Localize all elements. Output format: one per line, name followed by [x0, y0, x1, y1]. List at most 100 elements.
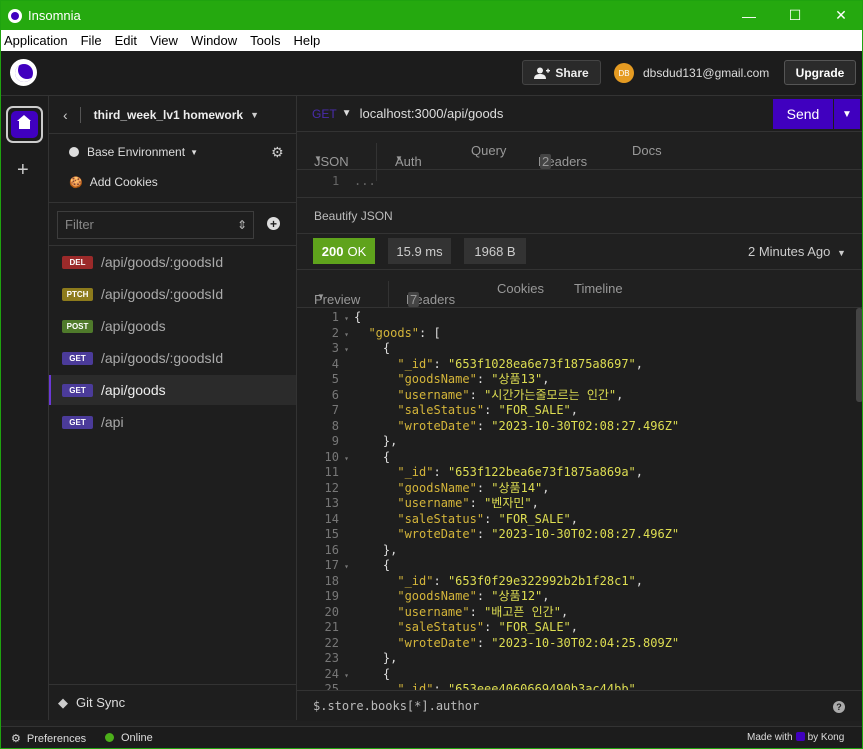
request-body-editor[interactable]: 1 ... [297, 170, 862, 198]
request-item[interactable]: POST /api/goods [49, 311, 296, 341]
git-sync-button[interactable]: ◆ Git Sync [49, 684, 296, 720]
help-icon[interactable]: ? [833, 701, 845, 713]
menu-help[interactable]: Help [294, 33, 321, 48]
json-key: "saleStatus" [397, 511, 485, 526]
json-punct: { [382, 449, 391, 464]
method-badge: PTCH [62, 287, 93, 301]
filter-input[interactable]: Filter [57, 211, 254, 239]
online-label: Online [121, 732, 153, 744]
add-cookies-button[interactable]: 🍪 Add Cookies [69, 175, 158, 189]
code-line: 18 "_id": "653f0f29e322992b2b1f28c1", [297, 574, 643, 590]
menu-view[interactable]: View [150, 33, 178, 48]
code-line: 19 "goodsName": "상품12", [297, 589, 550, 605]
response-history-dropdown[interactable]: 2 Minutes Ago ▼ [748, 244, 846, 259]
environment-dot-icon [69, 147, 79, 157]
json-key: "_id" [397, 356, 434, 371]
json-punct: : [476, 635, 492, 650]
json-string: "653f122bea6e73f1875a869a" [447, 465, 636, 479]
tab-query[interactable]: Query [471, 143, 506, 158]
json-string: "FOR_SALE" [498, 403, 571, 417]
git-icon: ◆ [58, 694, 68, 710]
request-tabs: JSON ▼ Auth ▼ Query Headers 2 Docs [297, 132, 862, 181]
response-status-bar: 200 OK 15.9 ms 1968 B 2 Minutes Ago ▼ [297, 234, 862, 270]
code-line: 1 ▾{ [297, 310, 361, 326]
fold-chevron-icon[interactable]: ▾ [339, 311, 354, 327]
url-input[interactable]: localhost:3000/api/goods [360, 106, 504, 121]
request-item[interactable]: PTCH /api/goods/:goodsId [49, 279, 296, 309]
account-email[interactable]: dbsdud131@gmail.com [643, 66, 769, 80]
preferences-button[interactable]: ⚙ Preferences [11, 732, 86, 745]
chevron-down-icon[interactable]: ▼ [342, 108, 352, 119]
method-selector[interactable]: GET [312, 107, 337, 121]
line-number: 4 [331, 356, 339, 371]
json-punct: }, [382, 542, 398, 557]
avatar[interactable]: DB [614, 63, 634, 83]
fold-chevron-icon[interactable]: ▾ [339, 668, 354, 684]
json-punct: { [354, 310, 362, 324]
menu-edit[interactable]: Edit [115, 33, 137, 48]
tab-docs[interactable]: Docs [632, 143, 662, 158]
body-preview: ... [354, 174, 376, 188]
fold-chevron-icon[interactable]: ▾ [339, 342, 354, 358]
code-line: 14 "saleStatus": "FOR_SALE", [297, 512, 578, 528]
share-button[interactable]: Share [522, 60, 601, 85]
add-user-icon [534, 67, 551, 79]
code-line: 2 ▾ "goods": [ [297, 326, 441, 342]
maximize-icon[interactable]: ☐ [772, 1, 818, 30]
menu-application[interactable]: Application [4, 33, 68, 48]
method-badge: DEL [62, 255, 93, 269]
menu-file[interactable]: File [81, 33, 102, 48]
beautify-json-button[interactable]: Beautify JSON [314, 209, 393, 223]
line-number: 19 [324, 589, 339, 603]
json-punct: : [469, 496, 485, 510]
response-preview[interactable]: 1 ▾{2 ▾ "goods": [3 ▾ {4 "_id": "653f1028ea… [297, 308, 862, 690]
tab-timeline[interactable]: Timeline [574, 281, 623, 296]
request-item[interactable]: GET /api/goods/:goodsId [49, 343, 296, 373]
scrollbar[interactable] [856, 308, 862, 402]
tab-cookies[interactable]: Cookies [497, 281, 544, 296]
fold-chevron-icon[interactable]: ▾ [339, 451, 354, 467]
add-icon[interactable]: + [17, 159, 29, 182]
code-line: 4 "_id": "653f1028ea6e73f1875a8697", [297, 357, 643, 373]
environment-selector[interactable]: Base Environment ▼ [69, 145, 198, 159]
request-path: /api/goods/:goodsId [101, 350, 224, 366]
fold-chevron-icon[interactable]: ▾ [339, 559, 354, 575]
json-string: "배고픈 인간" [484, 604, 561, 619]
menu-window[interactable]: Window [191, 33, 237, 48]
json-punct: { [382, 558, 391, 572]
request-item[interactable]: DEL /api/goods/:goodsId [49, 247, 296, 277]
code-line: 11 "_id": "653f122bea6e73f1875a869a", [297, 465, 643, 481]
close-icon[interactable]: ✕ [818, 1, 862, 30]
send-options-chevron-icon[interactable]: ▼ [834, 99, 860, 129]
fold-chevron-icon[interactable]: ▾ [339, 327, 354, 343]
project-name[interactable]: third_week_lv1 homework [94, 108, 243, 122]
chevron-down-icon[interactable]: ▼ [250, 110, 259, 120]
json-key: "username" [397, 604, 470, 619]
json-string: "2023-10-30T02:04:25.809Z" [491, 635, 680, 650]
sort-icon[interactable]: ⇕ [237, 218, 247, 232]
insomnia-logo-icon[interactable] [10, 59, 37, 86]
home-button[interactable] [6, 106, 43, 143]
back-icon[interactable]: ‹ [63, 107, 68, 123]
send-button[interactable]: Send [773, 99, 833, 129]
json-query-input[interactable]: $.store.books[*].author [313, 699, 479, 713]
made-with-kong[interactable]: Made with by Kong [747, 732, 844, 743]
add-request-icon[interactable]: + [267, 217, 280, 231]
request-item-active[interactable]: GET /api/goods [49, 375, 296, 405]
line-number: 9 [331, 434, 339, 448]
request-item[interactable]: GET /api [49, 407, 296, 437]
gear-icon: ⚙ [11, 733, 21, 745]
json-punct: : [476, 418, 492, 433]
git-sync-label: Git Sync [76, 695, 126, 710]
code-line: 8 "wroteDate": "2023-10-30T02:08:27.496Z… [297, 419, 679, 435]
minimize-icon[interactable]: — [726, 1, 772, 30]
line-number: 22 [324, 635, 339, 650]
menu-tools[interactable]: Tools [250, 33, 280, 48]
gear-icon[interactable]: ⚙ [271, 144, 284, 161]
json-string: "2023-10-30T02:08:27.496Z" [491, 418, 680, 433]
line-number: 7 [331, 403, 339, 417]
json-key: "goodsName" [397, 589, 477, 603]
upgrade-button[interactable]: Upgrade [784, 60, 856, 85]
